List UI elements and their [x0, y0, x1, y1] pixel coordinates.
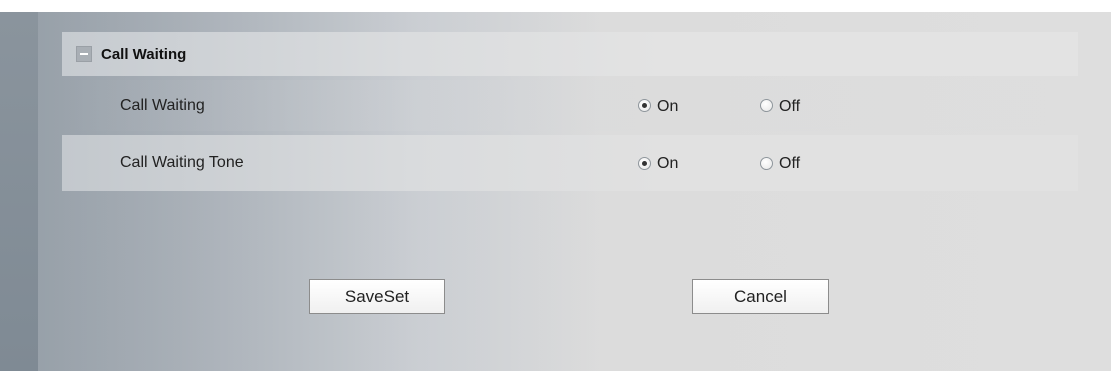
radio-call-waiting-tone-on[interactable]: On: [638, 154, 678, 172]
radio-label: On: [657, 97, 679, 115]
radio-selected-icon[interactable]: [638, 99, 651, 112]
section-header-call-waiting[interactable]: Call Waiting: [62, 32, 1078, 76]
section-title: Call Waiting: [101, 45, 187, 63]
setting-label: Call Waiting Tone: [120, 154, 244, 171]
top-padding: [0, 0, 1111, 12]
setting-label: Call Waiting: [120, 96, 205, 114]
save-button[interactable]: SaveSet: [309, 279, 445, 314]
radio-label: On: [657, 155, 679, 172]
radio-selected-icon[interactable]: [638, 156, 651, 170]
radio-call-waiting-on[interactable]: On: [638, 97, 678, 115]
left-sidebar-strip: [0, 12, 38, 371]
setting-row-call-waiting-tone: Call Waiting Tone On Off: [62, 135, 1078, 191]
radio-call-waiting-off[interactable]: Off: [760, 97, 800, 115]
collapse-icon[interactable]: [76, 46, 92, 62]
radio-unselected-icon[interactable]: [760, 156, 773, 170]
radio-call-waiting-tone-off[interactable]: Off: [760, 154, 800, 172]
radio-unselected-icon[interactable]: [760, 99, 773, 112]
cancel-button[interactable]: Cancel: [692, 279, 829, 314]
setting-row-call-waiting: Call Waiting On Off: [62, 80, 1078, 131]
radio-label: Off: [779, 155, 801, 172]
radio-label: Off: [779, 97, 801, 115]
